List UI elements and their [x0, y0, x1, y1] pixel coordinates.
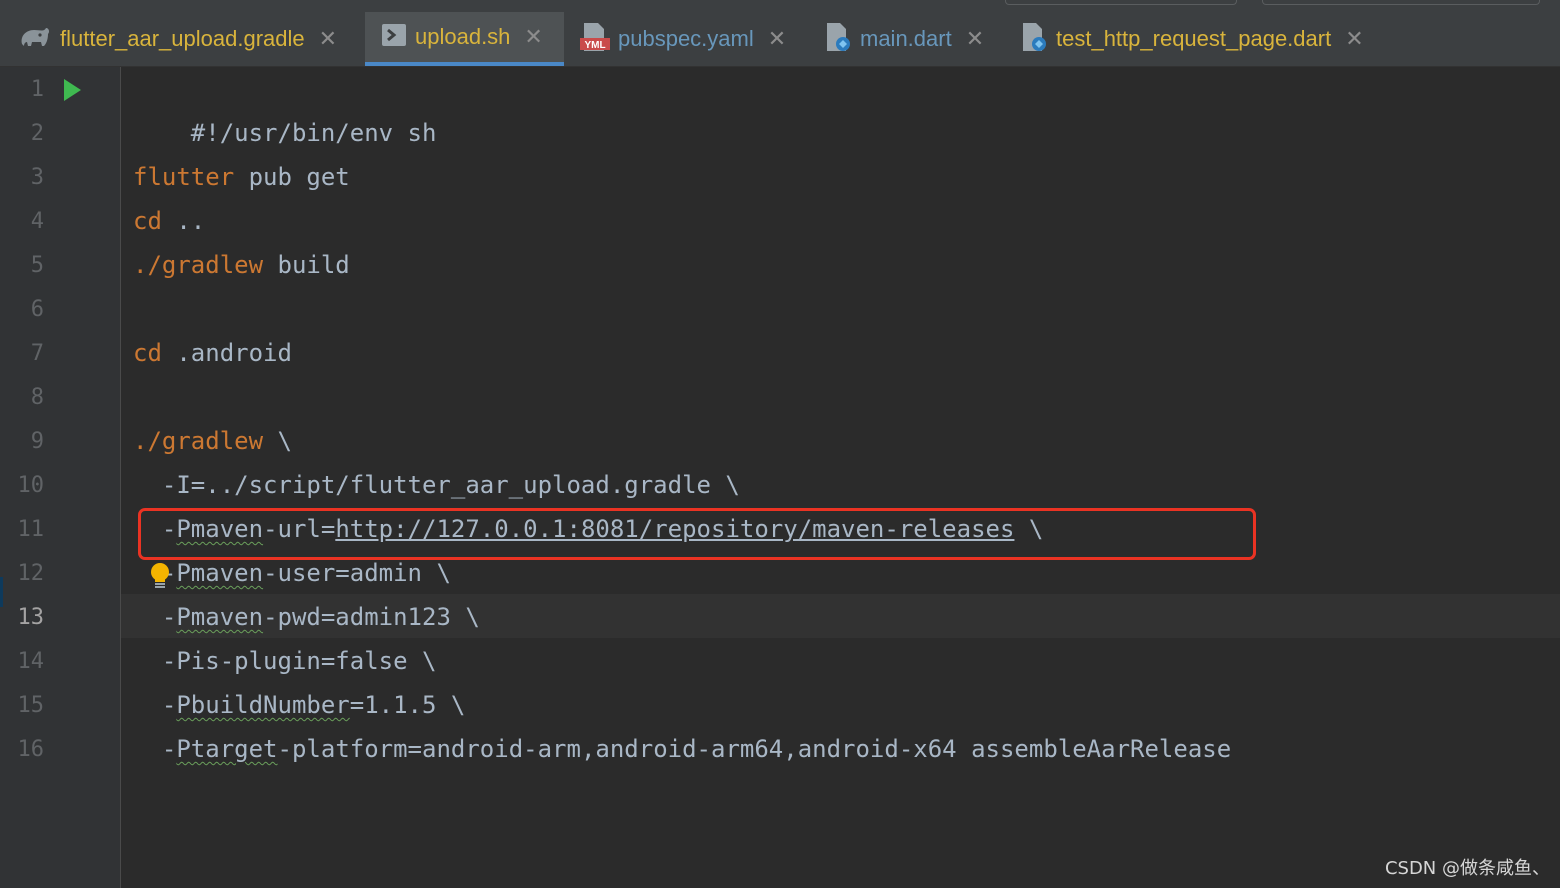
- close-icon[interactable]: ✕: [1345, 28, 1363, 50]
- tab-main-dart[interactable]: main.dart ✕: [824, 12, 984, 66]
- editor-tab-bar: flutter_aar_upload.gradle ✕ upload.sh ✕ …: [0, 0, 1560, 67]
- line-number: 10: [17, 473, 45, 498]
- code-line-4: cd ..: [133, 207, 206, 235]
- tab-label: test_http_request_page.dart: [1056, 26, 1332, 51]
- code-line-13: -Pmaven-pwd=admin123 \: [133, 603, 480, 631]
- yaml-file-icon: YML: [580, 22, 610, 57]
- code-line-14: -Pis-plugin=false \: [133, 647, 437, 675]
- toolbar-widget[interactable]: [1005, 0, 1237, 5]
- line-number: 4: [30, 209, 44, 234]
- tab-label: flutter_aar_upload.gradle: [60, 26, 305, 51]
- line-number: 7: [30, 341, 44, 366]
- dart-file-icon: [824, 22, 852, 57]
- close-icon[interactable]: ✕: [966, 28, 984, 50]
- line-number: 1: [30, 77, 44, 102]
- dart-file-icon: [1020, 22, 1048, 57]
- toolbar-widget[interactable]: [1262, 0, 1540, 5]
- tab-upload-sh[interactable]: upload.sh ✕: [365, 12, 564, 66]
- line-number: 16: [17, 737, 45, 762]
- line-number: 12: [17, 561, 45, 586]
- line-number: 11: [17, 517, 45, 542]
- annotation-highlight-box: [138, 508, 1256, 560]
- close-icon[interactable]: ✕: [524, 26, 542, 48]
- tab-test-http-request-page-dart[interactable]: test_http_request_page.dart ✕: [1020, 12, 1364, 66]
- code-line-16: -Ptarget-platform=android-arm,android-ar…: [133, 735, 1232, 763]
- line-number: 14: [17, 649, 45, 674]
- code-line-15: -PbuildNumber=1.1.5 \: [133, 691, 466, 719]
- tab-label: pubspec.yaml: [618, 26, 754, 51]
- tab-label: main.dart: [860, 26, 952, 51]
- code-line-1: #!/usr/bin/env sh: [190, 119, 437, 147]
- code-editor[interactable]: #!/usr/bin/env sh flutter pub get cd .. …: [121, 67, 1560, 888]
- code-line-9: ./gradlew \: [133, 427, 292, 455]
- gradle-elephant-icon: [18, 24, 52, 55]
- tab-pubspec-yaml[interactable]: YML pubspec.yaml ✕: [580, 12, 786, 66]
- code-line-7: cd .android: [133, 339, 292, 367]
- line-number: 3: [30, 165, 44, 190]
- run-icon[interactable]: [64, 79, 81, 101]
- lightbulb-icon[interactable]: [149, 562, 171, 590]
- line-number-gutter[interactable]: 1 2 3 4 5 6 7 8 9 10 11 12 13 14 15 16: [0, 67, 121, 888]
- line-number: 2: [30, 121, 44, 146]
- line-number: 15: [17, 693, 45, 718]
- line-number: 6: [30, 297, 44, 322]
- code-line-10: -I=../script/flutter_aar_upload.gradle \: [133, 471, 740, 499]
- shell-script-icon: [381, 23, 407, 52]
- tab-flutter-aar-upload-gradle[interactable]: flutter_aar_upload.gradle ✕: [18, 12, 337, 66]
- close-icon[interactable]: ✕: [768, 28, 786, 50]
- line-number: 5: [30, 253, 44, 278]
- line-number: 8: [30, 385, 44, 410]
- close-icon[interactable]: ✕: [319, 28, 337, 50]
- svg-text:YML: YML: [584, 40, 605, 51]
- line-number: 9: [30, 429, 44, 454]
- code-line-5: ./gradlew build: [133, 251, 350, 279]
- code-line-3: flutter pub get: [133, 163, 350, 191]
- line-number-current: 13: [17, 605, 45, 630]
- watermark: CSDN @做条咸鱼、: [1384, 858, 1550, 879]
- tab-label: upload.sh: [415, 24, 511, 49]
